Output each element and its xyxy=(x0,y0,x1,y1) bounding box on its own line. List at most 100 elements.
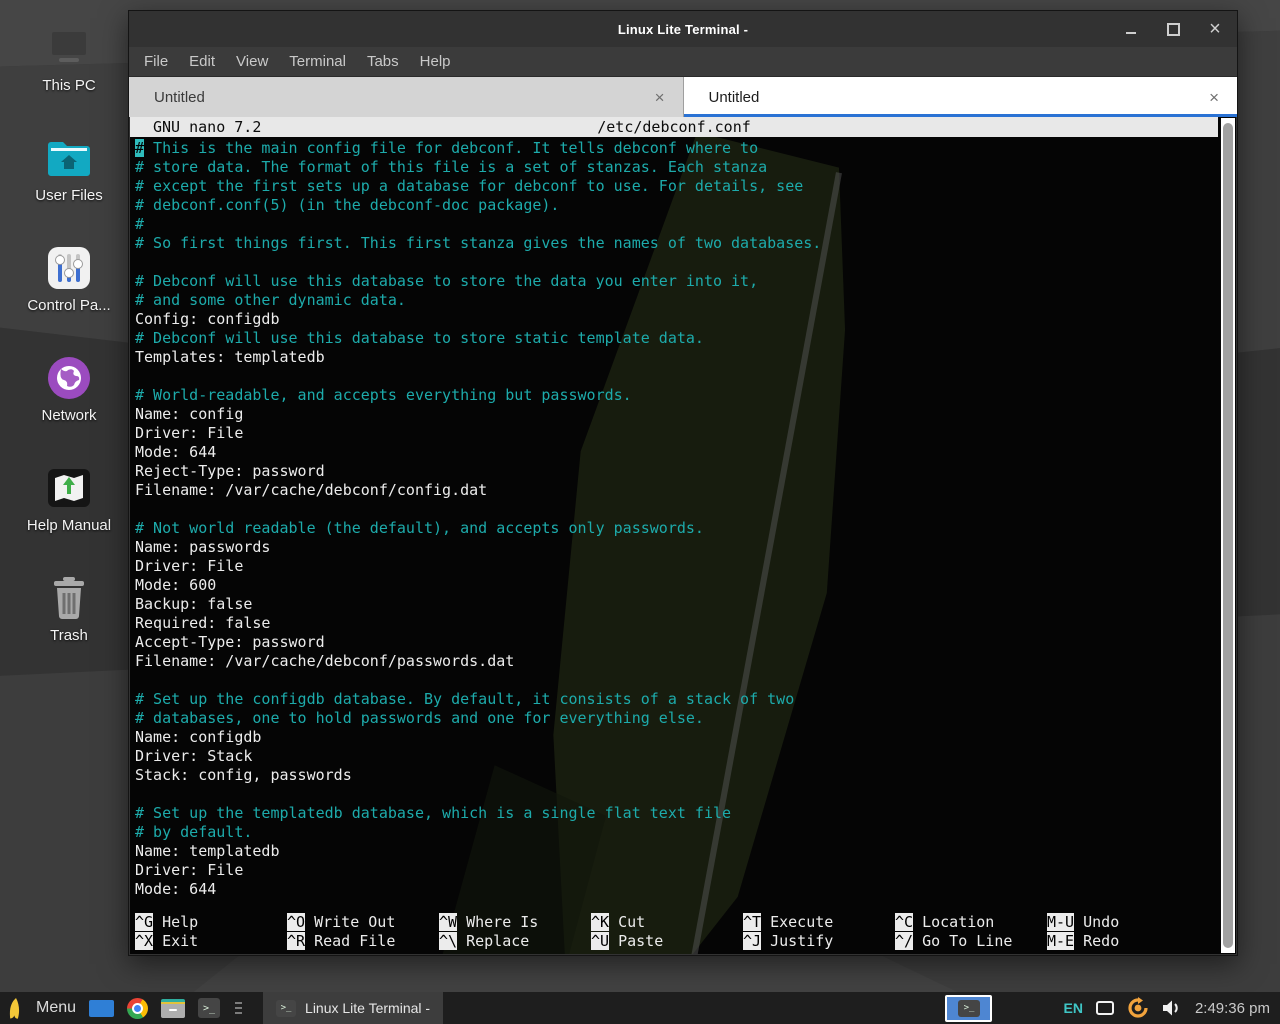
terminal-line: # debconf.conf(5) (in the debconf-doc pa… xyxy=(135,196,1214,215)
terminal-line: Driver: File xyxy=(135,861,1214,880)
nano-buffer: # This is the main config file for debco… xyxy=(135,139,1214,899)
terminal-line: # databases, one to hold passwords and o… xyxy=(135,709,1214,728)
shortcut-key: ^C xyxy=(895,913,913,931)
shortcut-label: Go To Line xyxy=(913,932,1012,950)
tab-bar: Untitled × Untitled × xyxy=(129,77,1237,117)
nano-shortcut-go-to-line: ^/ Go To Line xyxy=(895,932,1047,951)
shortcut-label: Paste xyxy=(609,932,663,950)
terminal-line: # Not world readable (the default), and … xyxy=(135,519,1214,538)
terminal-line: # xyxy=(135,215,1214,234)
terminal-line xyxy=(135,367,1214,386)
volume-speaker-icon[interactable] xyxy=(1162,999,1182,1017)
folder-home-icon xyxy=(45,134,93,182)
desktop-icon-label: Control Pa... xyxy=(27,297,110,314)
nano-shortcut-undo: M-U Undo xyxy=(1047,913,1214,932)
maximize-icon[interactable] xyxy=(1165,21,1181,37)
terminal-screen[interactable]: GNU nano 7.2 /etc/debconf.conf # This is… xyxy=(130,117,1236,954)
terminal-line: Name: config xyxy=(135,405,1214,424)
terminal-line: Name: passwords xyxy=(135,538,1214,557)
minimize-icon[interactable] xyxy=(1123,21,1139,37)
shortcut-label: Redo xyxy=(1074,932,1119,950)
desktop-icon-network[interactable]: Network xyxy=(14,354,124,424)
taskbar-window-button[interactable]: >_ Linux Lite Terminal - xyxy=(263,992,443,1024)
nano-header: GNU nano 7.2 /etc/debconf.conf xyxy=(130,117,1218,137)
menu-button[interactable]: Menu xyxy=(36,999,76,1017)
menu-file[interactable]: File xyxy=(144,53,168,70)
menu-bar: File Edit View Terminal Tabs Help xyxy=(129,47,1237,77)
nano-shortcut-justify: ^J Justify xyxy=(743,932,895,951)
desktop-icon-label: Help Manual xyxy=(27,517,111,534)
linux-lite-logo-icon[interactable] xyxy=(8,997,23,1020)
file-manager-icon[interactable] xyxy=(161,999,185,1018)
window-titlebar[interactable]: Linux Lite Terminal - × xyxy=(129,11,1237,47)
terminal-tab-2[interactable]: Untitled × xyxy=(684,77,1238,117)
shortcut-key: ^J xyxy=(743,932,761,950)
shortcut-label: Where Is xyxy=(457,913,538,931)
updates-tray-icon[interactable] xyxy=(1127,997,1149,1019)
clock[interactable]: 2:49:36 pm xyxy=(1195,1000,1270,1017)
terminal-line xyxy=(135,500,1214,519)
shortcut-label: Replace xyxy=(457,932,529,950)
terminal-line xyxy=(135,671,1214,690)
computer-icon xyxy=(45,24,93,72)
terminal-line: Driver: File xyxy=(135,557,1214,576)
terminal-tab-1[interactable]: Untitled × xyxy=(129,77,684,117)
terminal-line: Mode: 644 xyxy=(135,443,1214,462)
tab-label: Untitled xyxy=(709,89,760,106)
tab-label: Untitled xyxy=(154,89,205,106)
menu-view[interactable]: View xyxy=(236,53,268,70)
desktop-icon-control-panel[interactable]: Control Pa... xyxy=(14,244,124,314)
desktop-icon-user-files[interactable]: User Files xyxy=(14,134,124,204)
desktop-icon-this-pc[interactable]: This PC xyxy=(14,24,124,94)
close-icon[interactable]: × xyxy=(1207,21,1223,37)
shortcut-key: ^G xyxy=(135,913,153,931)
display-tray-icon[interactable] xyxy=(1096,1001,1114,1015)
terminal-line: # So first things first. This first stan… xyxy=(135,234,1214,253)
scrollbar-thumb[interactable] xyxy=(1223,123,1233,948)
desktop-icon-trash[interactable]: Trash xyxy=(14,574,124,644)
terminal-line: # by default. xyxy=(135,823,1214,842)
desktop-icon-help-manual[interactable]: Help Manual xyxy=(14,464,124,534)
shortcut-label: Location xyxy=(913,913,994,931)
terminal-scrollbar[interactable] xyxy=(1221,118,1235,953)
shortcut-key: ^/ xyxy=(895,932,913,950)
nano-shortcut-location: ^C Location xyxy=(895,913,1047,932)
menu-help[interactable]: Help xyxy=(420,53,451,70)
tab-close-icon[interactable]: × xyxy=(1209,89,1219,106)
nano-shortcut-read-file: ^R Read File xyxy=(287,932,439,951)
window-title: Linux Lite Terminal - xyxy=(129,22,1237,37)
trash-icon xyxy=(45,574,93,622)
terminal-line xyxy=(135,253,1214,272)
control-panel-icon xyxy=(45,244,93,292)
shortcut-key: ^O xyxy=(287,913,305,931)
nano-shortcut-cut: ^K Cut xyxy=(591,913,743,932)
terminal-launcher-icon[interactable]: >_ xyxy=(198,998,220,1018)
terminal-line: Mode: 644 xyxy=(135,880,1214,899)
nano-shortcut-redo: M-E Redo xyxy=(1047,932,1214,951)
tab-close-icon[interactable]: × xyxy=(655,89,665,106)
desktop-icons: This PC User Files Control Pa... Network Hel… xyxy=(8,24,130,644)
menu-terminal[interactable]: Terminal xyxy=(289,53,346,70)
terminal-line: Required: false xyxy=(135,614,1214,633)
terminal-line: Accept-Type: password xyxy=(135,633,1214,652)
nano-shortcut-write-out: ^O Write Out xyxy=(287,913,439,932)
shortcut-key: M-U xyxy=(1047,913,1074,931)
taskbar-grip-handle[interactable] xyxy=(233,1002,244,1014)
desktop-display-icon[interactable] xyxy=(89,1000,114,1017)
shortcut-label: Read File xyxy=(305,932,395,950)
taskbar-window-label: Linux Lite Terminal - xyxy=(305,1000,430,1016)
shortcut-key: ^R xyxy=(287,932,305,950)
pager-terminal-icon: >_ xyxy=(958,1000,980,1017)
shortcut-label: Cut xyxy=(609,913,645,931)
shortcut-key: ^T xyxy=(743,913,761,931)
keyboard-layout-indicator[interactable]: EN xyxy=(1063,1000,1082,1016)
shortcut-key: ^K xyxy=(591,913,609,931)
terminal-line: # store data. The format of this file is… xyxy=(135,158,1214,177)
chrome-icon[interactable] xyxy=(127,998,148,1019)
workspace-pager[interactable]: >_ xyxy=(945,995,992,1022)
terminal-line: # This is the main config file for debco… xyxy=(135,139,1214,158)
desktop-icon-label: This PC xyxy=(42,77,95,94)
menu-edit[interactable]: Edit xyxy=(189,53,215,70)
menu-tabs[interactable]: Tabs xyxy=(367,53,399,70)
shortcut-key: ^W xyxy=(439,913,457,931)
